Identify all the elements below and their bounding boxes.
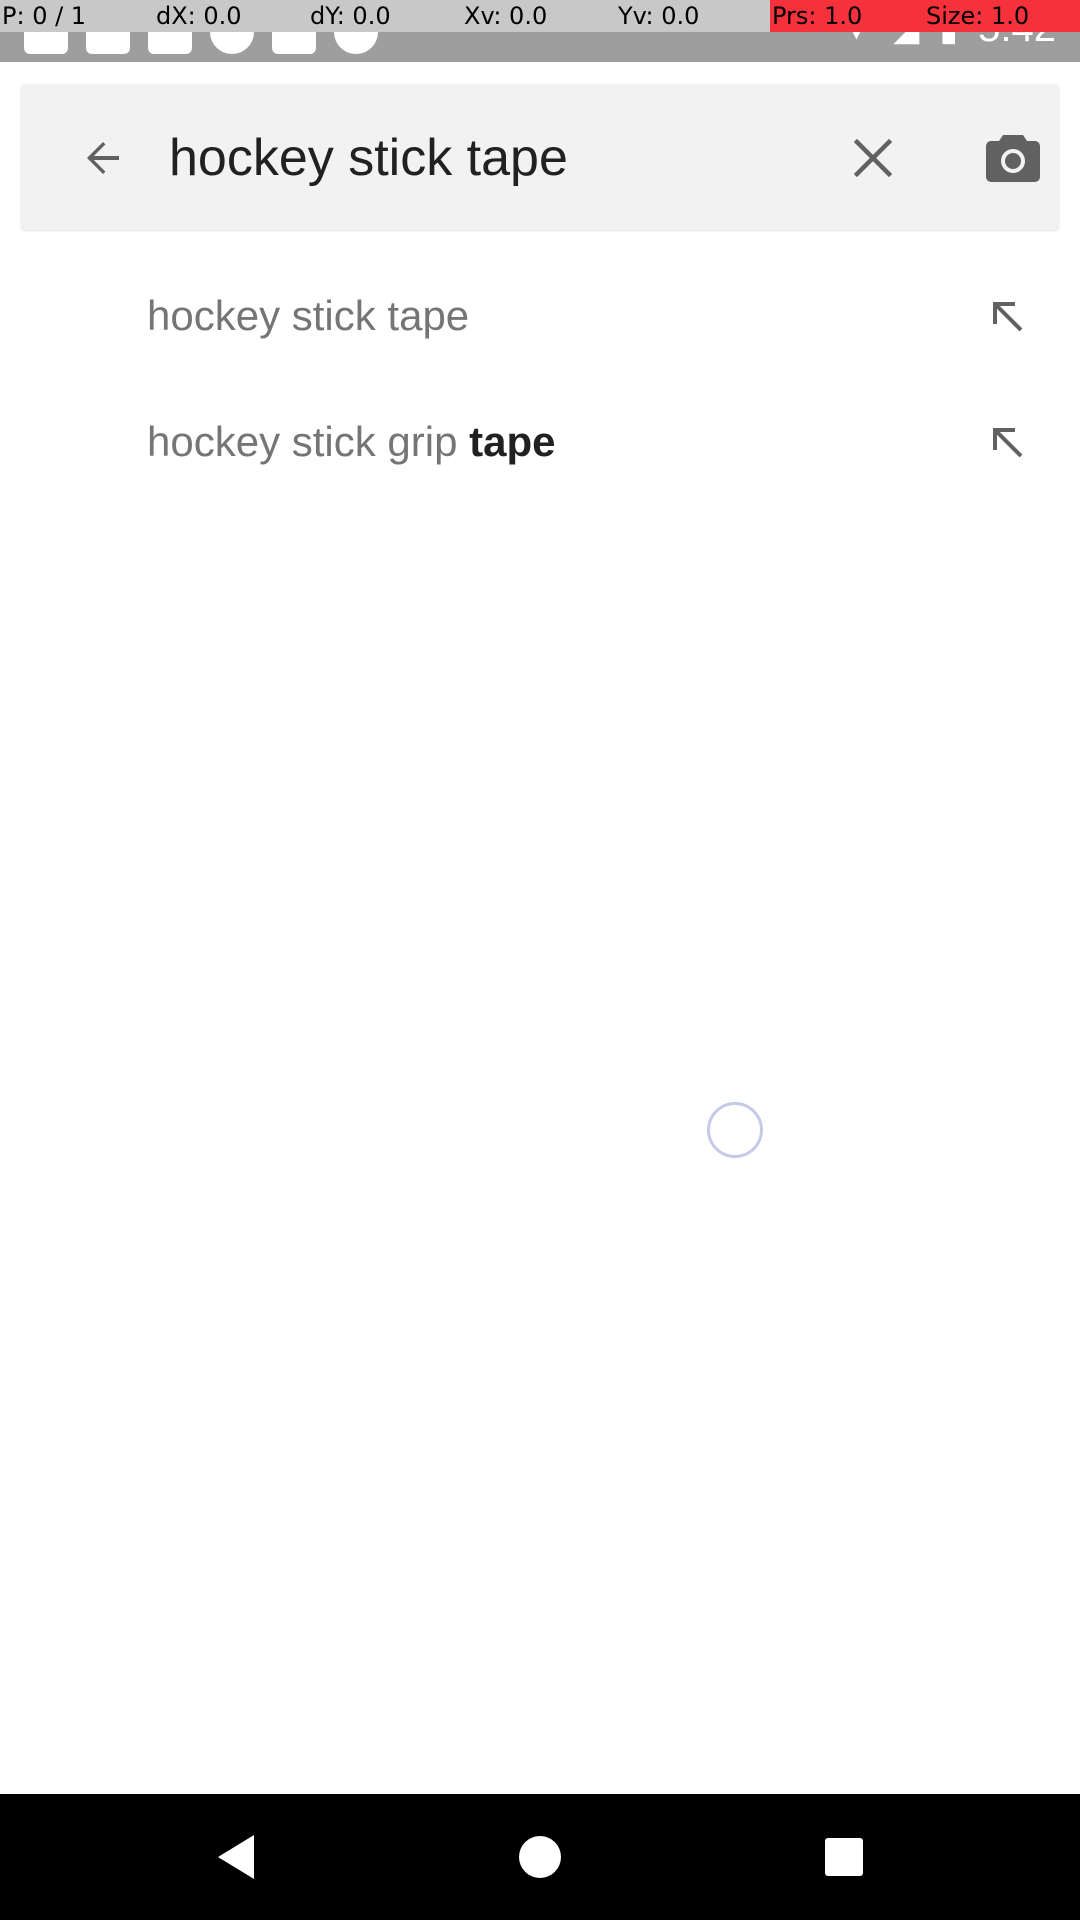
suggestion-label-prefix: hockey stick tape [147, 292, 470, 339]
navigation-bar [0, 1794, 1080, 1920]
camera-icon [986, 135, 1040, 182]
search-input[interactable]: hockey stick tape [169, 126, 568, 190]
camera-search-button[interactable] [979, 124, 1047, 192]
overlay-dx: dX: 0.0 [154, 0, 308, 32]
nav-back-icon [218, 1835, 254, 1879]
nav-home-icon [519, 1836, 561, 1878]
clear-search-button[interactable] [841, 126, 905, 190]
arrow-up-left-icon [993, 428, 1023, 458]
overlay-yv: Yv: 0.0 [616, 0, 770, 32]
touch-indicator [707, 1102, 763, 1158]
fill-query-button[interactable] [975, 284, 1039, 348]
overlay-xv: Xv: 0.0 [462, 0, 616, 32]
fill-query-button[interactable] [975, 410, 1039, 474]
overlay-pointer-count: P: 0 / 1 [0, 0, 154, 32]
suggestion-item[interactable]: hockey stick tape [0, 253, 1080, 379]
nav-recents-icon [825, 1838, 863, 1876]
back-button[interactable] [71, 126, 135, 190]
arrow-left-icon [87, 142, 119, 174]
suggestion-item[interactable]: hockey stick grip tape [0, 379, 1080, 505]
overlay-dy: dY: 0.0 [308, 0, 462, 32]
overlay-pressure: Prs: 1.0 [770, 0, 924, 32]
pointer-location-overlay: P: 0 / 1 dX: 0.0 dY: 0.0 Xv: 0.0 Yv: 0.0… [0, 0, 1080, 32]
overlay-size: Size: 1.0 [924, 0, 1080, 32]
suggestion-label: hockey stick grip tape [147, 379, 555, 505]
suggestion-label-prefix: hockey stick grip [147, 418, 470, 465]
suggestion-label: hockey stick tape [147, 253, 469, 379]
search-bar: hockey stick tape [21, 84, 1059, 230]
arrow-up-left-icon [993, 302, 1023, 332]
nav-home-button[interactable] [510, 1827, 570, 1887]
close-icon [853, 138, 893, 178]
suggestion-label-match: tape [469, 418, 556, 465]
nav-recents-button[interactable] [814, 1827, 874, 1887]
nav-back-button[interactable] [206, 1827, 266, 1887]
